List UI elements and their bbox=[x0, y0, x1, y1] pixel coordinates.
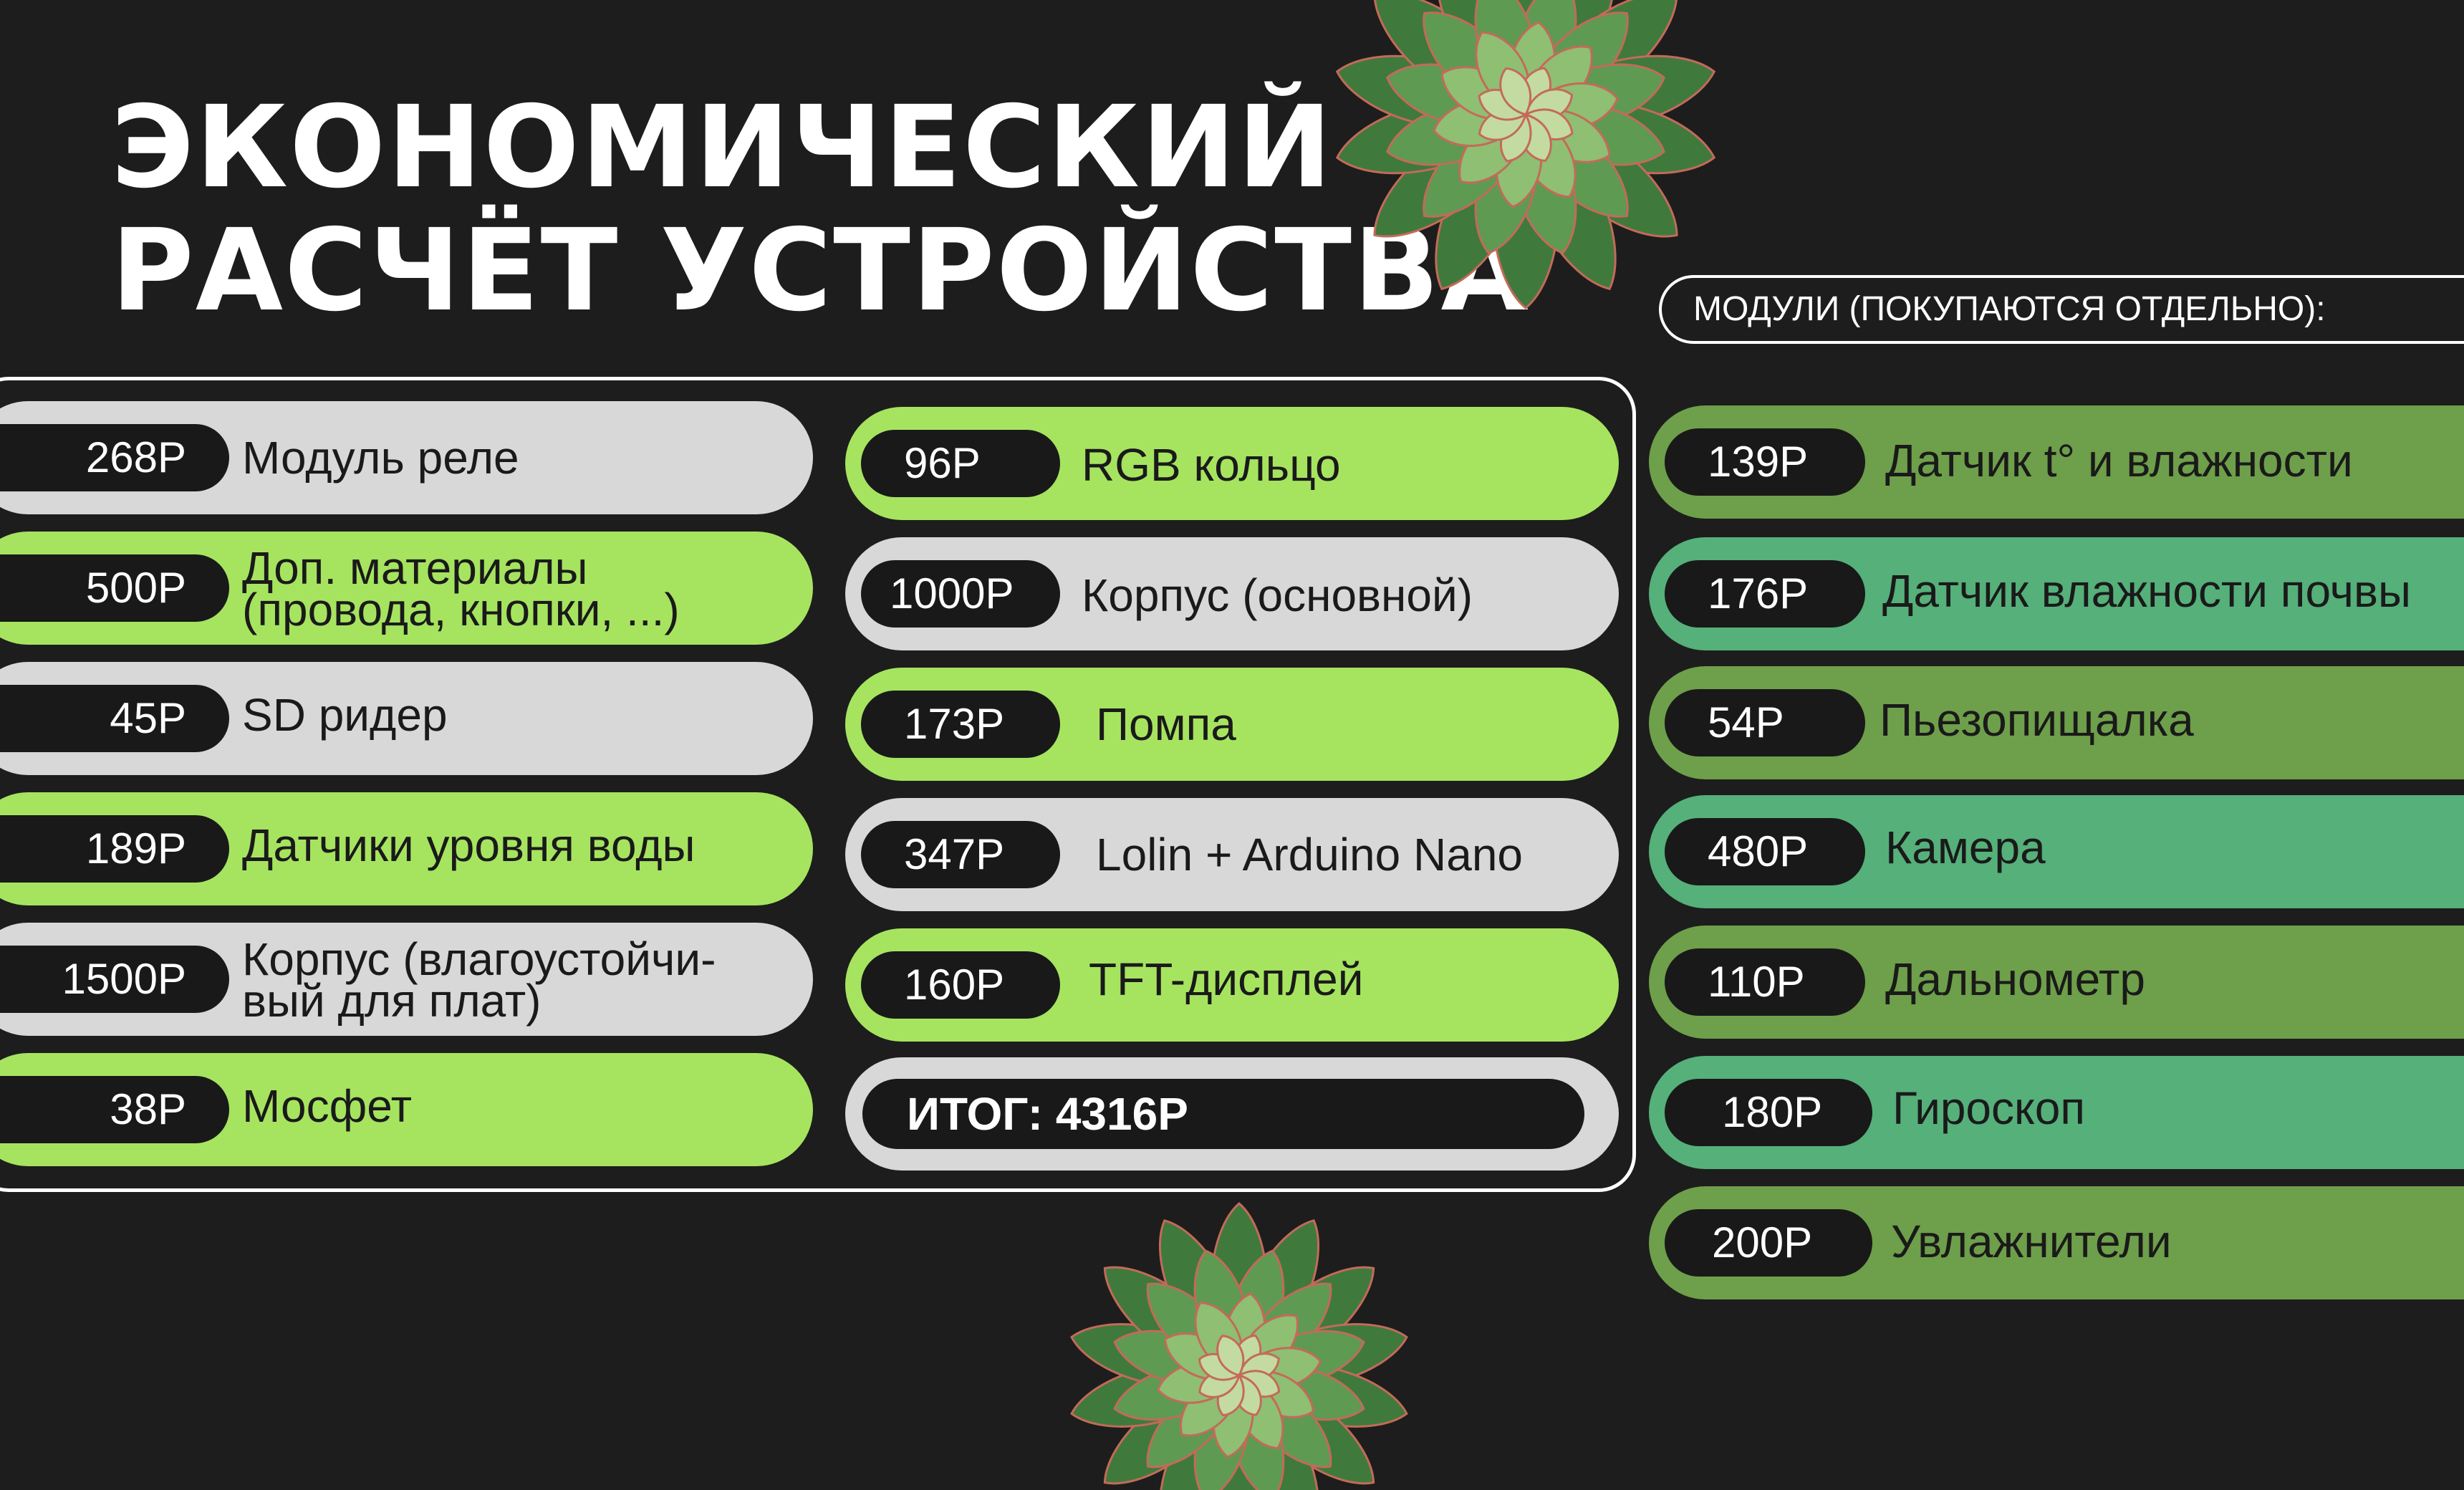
module-row: 200Р Увлажнители bbox=[1649, 1186, 2464, 1299]
module-row: 139Р Датчик t° и влажности bbox=[1649, 405, 2464, 519]
price-pill: 1000Р bbox=[861, 560, 1060, 628]
price-pill: 480Р bbox=[1665, 818, 1865, 885]
price-pill: 189Р bbox=[0, 815, 229, 883]
cost-row: 45Р SD ридер bbox=[0, 662, 813, 775]
price-pill: 1500Р bbox=[0, 946, 229, 1013]
price-pill: 54Р bbox=[1665, 689, 1865, 756]
price-pill: 500Р bbox=[0, 554, 229, 622]
price-pill: 347Р bbox=[861, 821, 1060, 888]
item-label: Модуль реле bbox=[242, 432, 519, 484]
price-pill: 110Р bbox=[1665, 948, 1865, 1016]
cost-row: 1500Р Корпус (влагоустойчи- вый для плат… bbox=[0, 923, 813, 1036]
succulent-icon bbox=[1335, 0, 1716, 309]
cost-row: 268Р Модуль реле bbox=[0, 401, 813, 514]
price-pill: 268Р bbox=[0, 424, 229, 491]
cost-row: 500Р Доп. материалы (провода, кнопки, ..… bbox=[0, 532, 813, 645]
item-label: Датчики уровня воды bbox=[242, 820, 696, 871]
item-label: Датчик t° и влажности bbox=[1885, 435, 2353, 486]
price-pill: 173Р bbox=[861, 691, 1060, 758]
module-row: 480Р Камера bbox=[1649, 795, 2464, 908]
price-pill: 180Р bbox=[1665, 1079, 1872, 1146]
item-label: RGB кольцо bbox=[1082, 439, 1341, 491]
item-label: Пьезопищалка bbox=[1880, 694, 2194, 746]
cost-row: 160Р TFT-дисплей bbox=[845, 928, 1619, 1042]
item-label: Корпус (основной) bbox=[1082, 569, 1473, 621]
price-pill: 176Р bbox=[1665, 560, 1865, 628]
item-label: Камера bbox=[1885, 822, 2046, 873]
module-row: 110Р Дальнометр bbox=[1649, 926, 2464, 1039]
cost-row: 38Р Мосфет bbox=[0, 1053, 813, 1166]
cost-row: 189Р Датчики уровня воды bbox=[0, 792, 813, 905]
item-label: SD ридер bbox=[242, 689, 448, 741]
item-label: Дальнометр bbox=[1885, 953, 2145, 1005]
modules-header-label: МОДУЛИ (ПОКУПАЮТСЯ ОТДЕЛЬНО): bbox=[1693, 290, 2326, 328]
item-label: Датчик влажности почвы bbox=[1882, 565, 2411, 617]
succulent-icon bbox=[1070, 1202, 1408, 1490]
price-pill: 45Р bbox=[0, 685, 229, 752]
item-label: Увлажнители bbox=[1891, 1216, 2172, 1267]
item-label: Гироскоп bbox=[1892, 1082, 2085, 1134]
item-label: TFT-дисплей bbox=[1089, 953, 1364, 1005]
total-row: ИТОГ: 4316Р bbox=[845, 1057, 1619, 1171]
item-label: Lolin + Arduino Nano bbox=[1096, 829, 1523, 880]
price-pill: 96Р bbox=[861, 430, 1060, 497]
modules-header: МОДУЛИ (ПОКУПАЮТСЯ ОТДЕЛЬНО): bbox=[1659, 275, 2464, 344]
cost-row: 347Р Lolin + Arduino Nano bbox=[845, 798, 1619, 911]
cost-row: 1000Р Корпус (основной) bbox=[845, 537, 1619, 650]
item-label: Корпус (влагоустойчи- вый для плат) bbox=[242, 933, 716, 1027]
price-pill: 139Р bbox=[1665, 428, 1865, 496]
price-pill: 160Р bbox=[861, 951, 1060, 1019]
item-label: Доп. материалы (провода, кнопки, ...) bbox=[242, 542, 680, 635]
price-pill: 38Р bbox=[0, 1076, 229, 1143]
cost-row: 96Р RGB кольцо bbox=[845, 407, 1619, 520]
price-pill: 200Р bbox=[1665, 1209, 1872, 1277]
module-row: 180Р Гироскоп bbox=[1649, 1056, 2464, 1169]
item-label: Помпа bbox=[1096, 698, 1236, 750]
cost-row: 173Р Помпа bbox=[845, 668, 1619, 781]
total-label: ИТОГ: 4316Р bbox=[862, 1079, 1584, 1149]
module-row: 54Р Пьезопищалка bbox=[1649, 666, 2464, 779]
item-label: Мосфет bbox=[242, 1080, 413, 1132]
module-row: 176Р Датчик влажности почвы bbox=[1649, 537, 2464, 650]
